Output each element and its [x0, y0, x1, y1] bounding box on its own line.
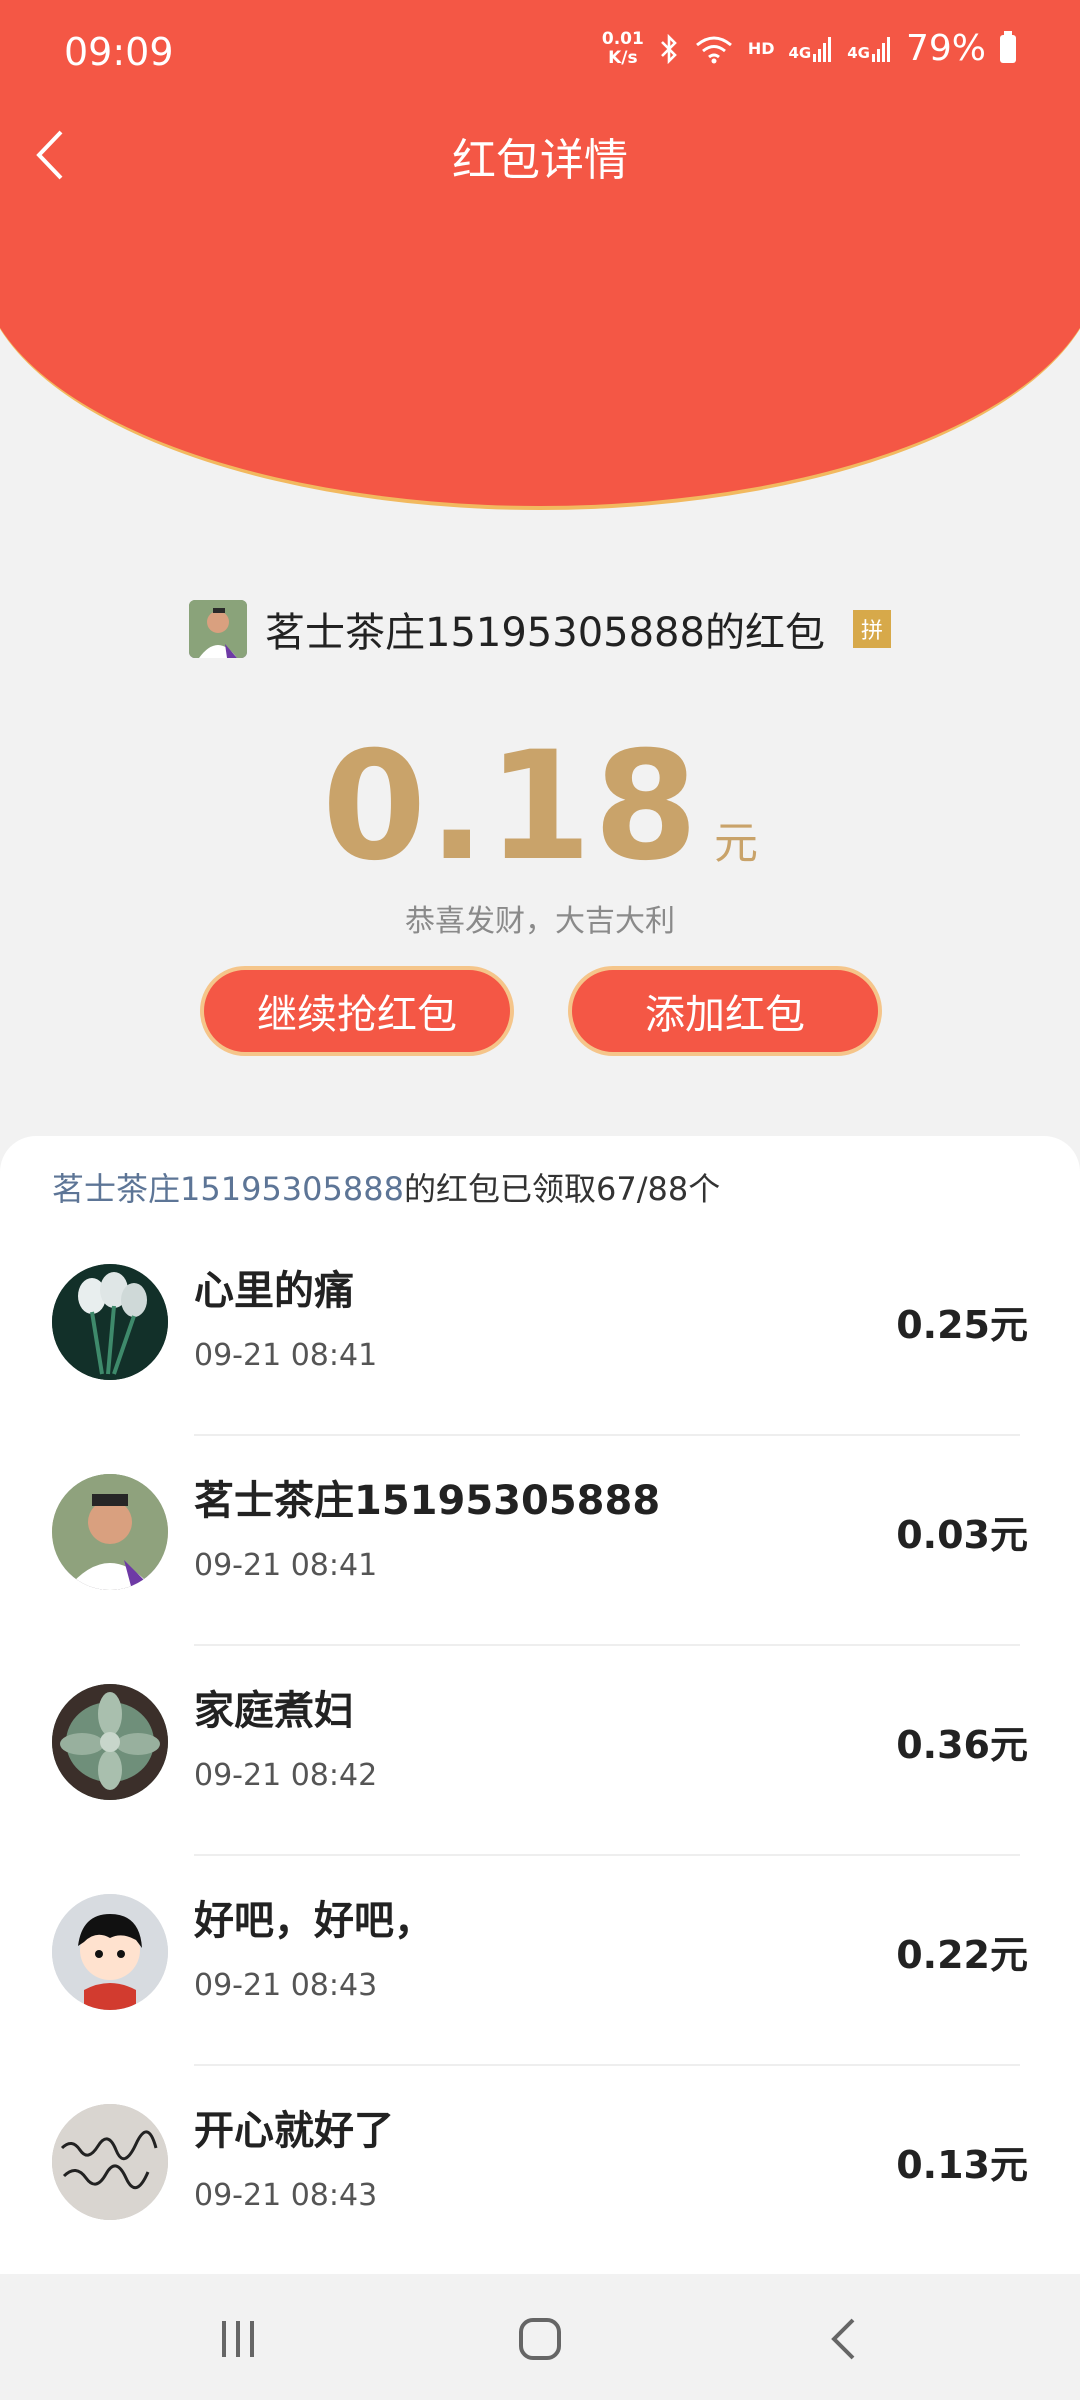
continue-grab-button[interactable]: 继续抢红包 — [200, 966, 514, 1056]
list-item: 开心就好了 09-21 08:43 0.13元 — [0, 2066, 1080, 2276]
battery-percent: 79% — [905, 28, 986, 69]
cartoon-avatar-icon — [52, 1894, 168, 2010]
claim-amount: 0.36元 — [896, 1723, 1028, 1767]
network-type-2: 4G — [847, 43, 870, 62]
amount-value: 0.18 — [321, 720, 701, 894]
avatar — [52, 1264, 168, 1380]
sender-row: 茗士茶庄15195305888的红包 拼 — [0, 600, 1080, 658]
avatar — [52, 1474, 168, 1590]
page-title: 红包详情 — [452, 135, 628, 186]
system-back-button[interactable] — [803, 2304, 883, 2374]
tulips-avatar-icon — [52, 1264, 168, 1380]
amount-unit: 元 — [714, 818, 759, 869]
signal-4g-1: 4G — [788, 36, 833, 62]
status-icons: 0.01 K/s HD 4G 4G 79% — [602, 28, 1016, 69]
signal-icon — [813, 36, 832, 62]
claim-amount: 0.13元 — [896, 2143, 1028, 2187]
status-time: 09:09 — [64, 30, 174, 74]
bluetooth-icon — [660, 33, 677, 64]
claimer-name: 开心就好了 — [194, 2108, 394, 2154]
network-speed-unit: K/s — [608, 47, 638, 68]
chevron-left-icon — [831, 2318, 855, 2360]
network-speed: 0.01 K/s — [601, 28, 644, 68]
succulent-avatar-icon — [52, 1684, 168, 1800]
list-item: 茗士茶庄15195305888 09-21 08:41 0.03元 — [0, 1436, 1080, 1646]
avatar — [52, 1684, 168, 1800]
status-bar: 09:09 0.01 K/s HD 4G 4G 79% — [0, 0, 1080, 110]
recent-apps-button[interactable] — [198, 2304, 278, 2374]
amount-row: 0.18 元 — [0, 720, 1080, 894]
claimer-name: 茗士茶庄15195305888 — [194, 1478, 661, 1524]
hd-label: HD — [747, 39, 775, 58]
avatar — [52, 1894, 168, 2010]
claimer-name: 家庭煮妇 — [194, 1688, 354, 1734]
claims-list: 茗士茶庄15195305888的红包已领取67/88个 心里的痛 09-21 0… — [0, 1136, 1080, 2276]
list-item: 好吧，好吧， 09-21 08:43 0.22元 — [0, 1856, 1080, 2066]
blessing-text: 恭喜发财，大吉大利 — [405, 904, 675, 939]
summary-sender-link[interactable]: 茗士茶庄15195305888 — [52, 1170, 404, 1208]
signal-4g-2: 4G — [847, 36, 892, 62]
claim-amount: 0.03元 — [896, 1513, 1028, 1557]
network-speed-value: 0.01 — [601, 28, 644, 49]
person-avatar-icon — [189, 600, 248, 658]
calligraphy-avatar-icon — [52, 2104, 168, 2220]
network-type-1: 4G — [788, 43, 812, 62]
claim-amount: 0.22元 — [896, 1933, 1028, 1977]
home-button[interactable] — [500, 2304, 580, 2374]
sender-name: 茗士茶庄15195305888的红包 — [265, 610, 825, 656]
summary-text: 的红包已领取67/88个 — [403, 1170, 721, 1208]
list-item: 家庭煮妇 09-21 08:42 0.36元 — [0, 1646, 1080, 1856]
sender-avatar — [189, 600, 248, 658]
add-red-packet-button[interactable]: 添加红包 — [568, 966, 882, 1056]
wifi-icon — [695, 36, 732, 63]
claim-time: 09-21 08:43 — [194, 2178, 378, 2213]
claim-time: 09-21 08:41 — [194, 1548, 378, 1583]
home-icon — [519, 2318, 561, 2360]
system-navigation-bar — [0, 2274, 1080, 2400]
battery-icon — [1000, 30, 1016, 63]
avatar — [52, 2104, 168, 2220]
recent-apps-icon — [222, 2321, 254, 2357]
claim-time: 09-21 08:41 — [194, 1338, 378, 1373]
claimer-name: 好吧，好吧， — [194, 1898, 434, 1944]
claimer-name: 心里的痛 — [194, 1268, 354, 1314]
claim-time: 09-21 08:43 — [194, 1968, 378, 2003]
claims-summary: 茗士茶庄15195305888的红包已领取67/88个 — [52, 1164, 720, 1210]
group-badge: 拼 — [852, 610, 891, 648]
claim-amount: 0.25元 — [896, 1303, 1028, 1347]
screen: 09:09 0.01 K/s HD 4G 4G 79% 红包详情 茗士茶庄151… — [0, 0, 1080, 2400]
person-avatar-icon — [52, 1474, 168, 1590]
list-item: 心里的痛 09-21 08:41 0.25元 — [0, 1226, 1080, 1436]
signal-icon — [871, 36, 890, 62]
claim-time: 09-21 08:42 — [194, 1758, 378, 1793]
